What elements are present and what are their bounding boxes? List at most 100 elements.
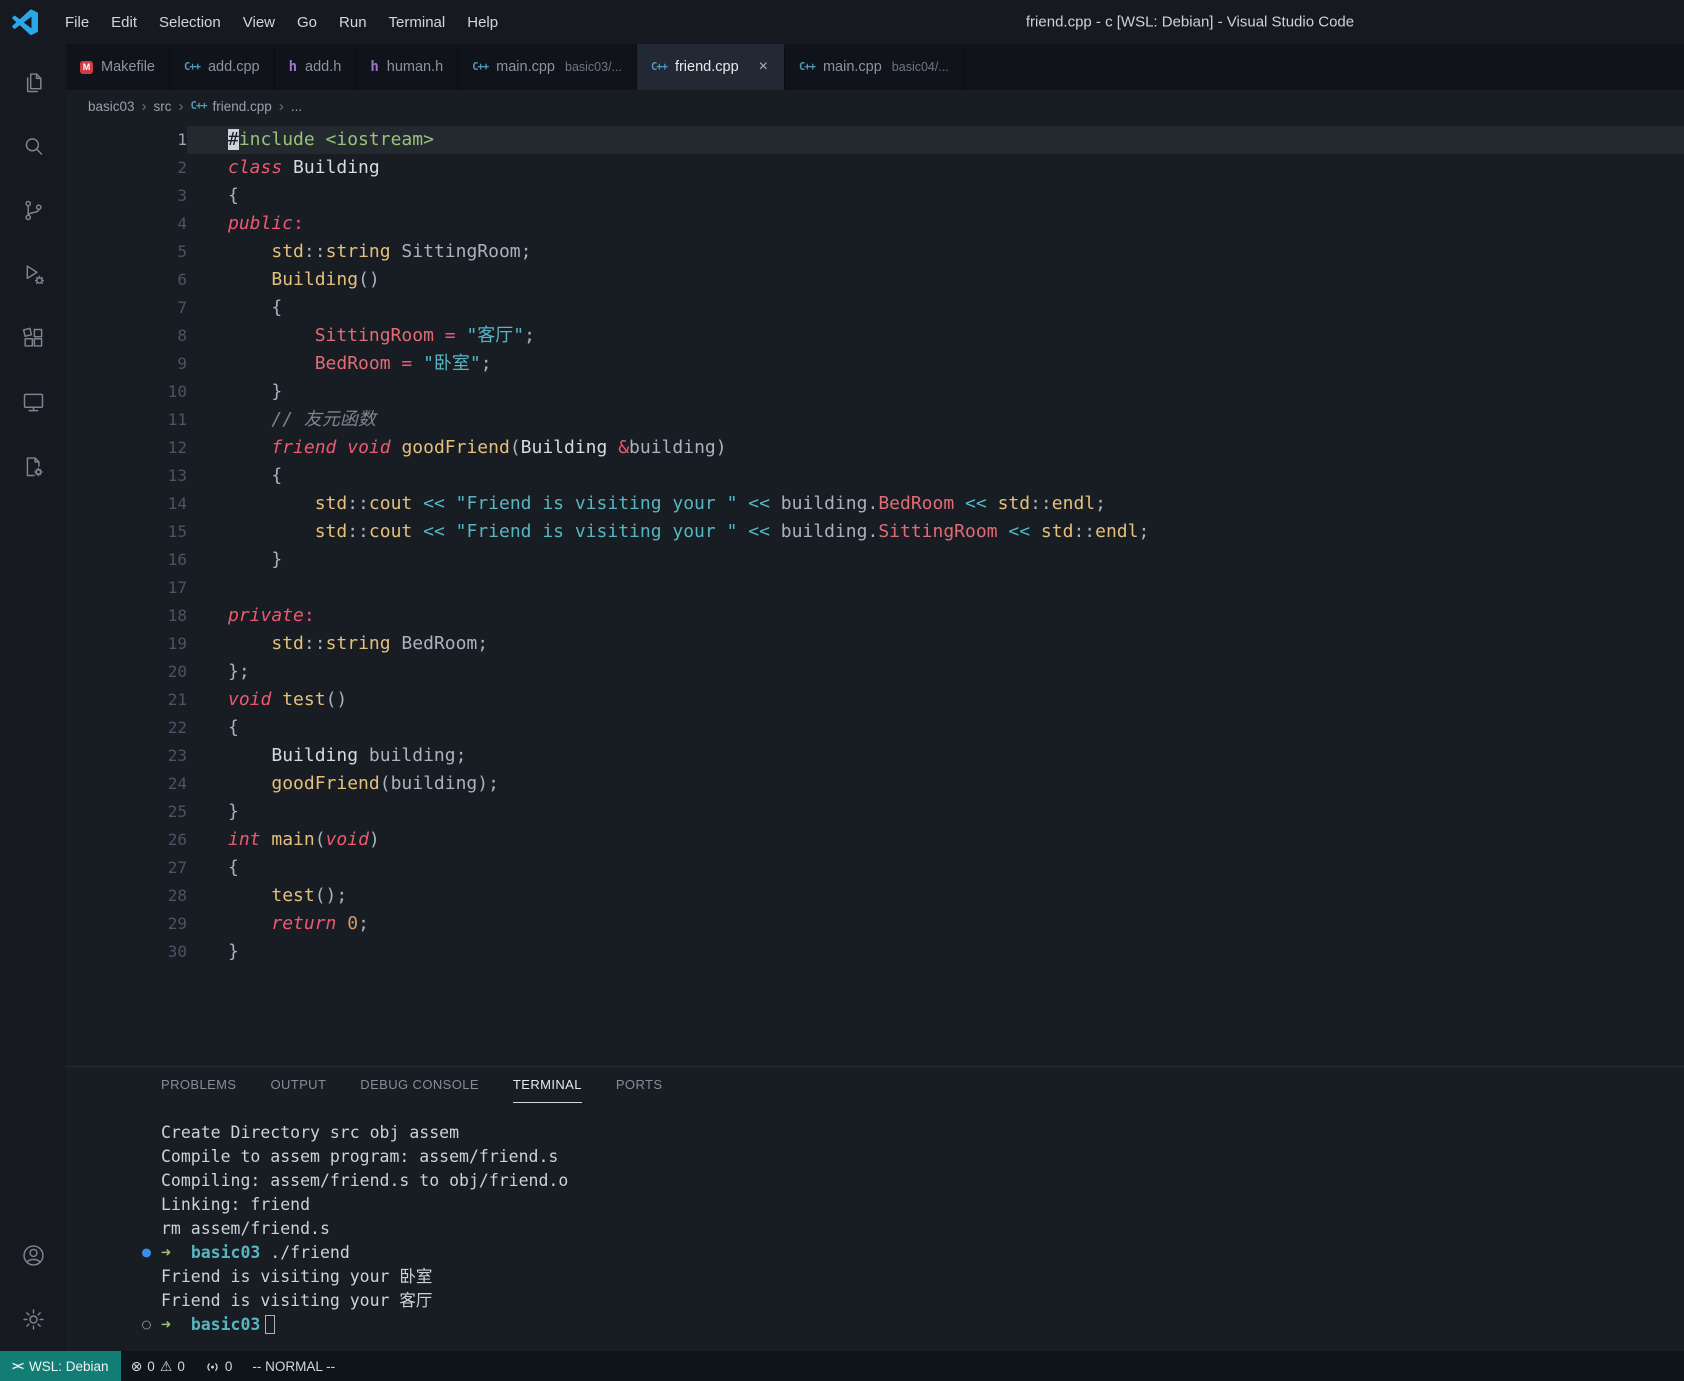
tab-makefile[interactable]: M Makefile — [66, 44, 170, 90]
code-line-content[interactable]: public: — [187, 210, 1684, 238]
panel-tab-problems[interactable]: PROBLEMS — [161, 1067, 236, 1103]
code-line-content[interactable]: test(); — [187, 882, 1684, 910]
token: :: — [1030, 493, 1052, 514]
token: :: — [347, 493, 369, 514]
code-line: 28 test(); — [66, 882, 1684, 910]
code-line-content[interactable]: { — [187, 294, 1684, 322]
code-line-content[interactable]: { — [187, 462, 1684, 490]
tab-add-h[interactable]: h add.h — [274, 44, 357, 90]
code-line-content[interactable]: goodFriend(building); — [187, 770, 1684, 798]
code-line-content[interactable]: } — [187, 798, 1684, 826]
code-line: 7 { — [66, 294, 1684, 322]
remote-explorer-icon[interactable] — [0, 370, 66, 434]
code-line-content[interactable]: Building building; — [187, 742, 1684, 770]
menu-item-help[interactable]: Help — [456, 9, 509, 36]
tools-icon[interactable] — [0, 434, 66, 498]
code-line-content[interactable]: } — [187, 378, 1684, 406]
panel-tab-terminal[interactable]: TERMINAL — [512, 1067, 582, 1103]
tab-add-cpp[interactable]: C++ add.cpp — [170, 44, 275, 90]
tab-main-cpp[interactable]: C++ main.cpp basic03/... — [458, 44, 637, 90]
terminal-line: rm assem/friend.s — [161, 1217, 1684, 1241]
breadcrumb-item-basic03[interactable]: basic03 — [88, 99, 135, 114]
menu-item-run[interactable]: Run — [328, 9, 378, 36]
code-line-content[interactable] — [187, 574, 1684, 602]
code-line-content[interactable]: } — [187, 546, 1684, 574]
settings-icon[interactable] — [0, 1287, 66, 1351]
tab-main-cpp[interactable]: C++ main.cpp basic04/... — [784, 44, 964, 90]
tab-label: main.cpp — [496, 59, 555, 75]
code-line-content[interactable]: #include <iostream> — [187, 126, 1684, 154]
extensions-icon[interactable] — [0, 306, 66, 370]
explorer-icon[interactable] — [0, 50, 66, 114]
line-number: 4 — [177, 214, 187, 233]
code-line-content[interactable]: BedRoom = "卧室"; — [187, 350, 1684, 378]
code-line: 22 { — [66, 714, 1684, 742]
code-line-content[interactable]: private: — [187, 602, 1684, 630]
code-line-content[interactable]: std::cout << "Friend is visiting your " … — [187, 518, 1684, 546]
panel-tab-ports[interactable]: PORTS — [616, 1067, 663, 1103]
code-line-content[interactable]: { — [187, 854, 1684, 882]
close-tab-icon[interactable]: × — [757, 58, 770, 76]
search-icon[interactable] — [0, 114, 66, 178]
vim-mode-status[interactable]: -- NORMAL -- — [242, 1351, 345, 1381]
code-line: 4 public: — [66, 210, 1684, 238]
code-line-content[interactable]: }; — [187, 658, 1684, 686]
terminal-line: ➜ basic03 — [142, 1313, 1684, 1337]
panel-tab-output[interactable]: OUTPUT — [270, 1067, 326, 1103]
line-number: 27 — [167, 858, 187, 877]
line-number: 21 — [167, 690, 187, 709]
code-line-content[interactable]: std::string BedRoom; — [187, 630, 1684, 658]
code-line-content[interactable]: friend void goodFriend(Building &buildin… — [187, 434, 1684, 462]
breadcrumb-item-src[interactable]: src — [154, 99, 172, 114]
code-line-content[interactable]: int main(void) — [187, 826, 1684, 854]
code-line-content[interactable]: // 友元函数 — [187, 406, 1684, 434]
panel-tab-debug-console[interactable]: DEBUG CONSOLE — [360, 1067, 479, 1103]
tab-human-h[interactable]: h human.h — [356, 44, 459, 90]
menu-item-file[interactable]: File — [54, 9, 100, 36]
run-debug-icon[interactable] — [0, 242, 66, 306]
menu-item-terminal[interactable]: Terminal — [378, 9, 457, 36]
remote-indicator[interactable]: >< WSL: Debian — [0, 1351, 121, 1381]
source-control-icon[interactable] — [0, 178, 66, 242]
terminal-command-decoration[interactable] — [142, 1248, 151, 1258]
code-line-content[interactable]: } — [187, 938, 1684, 966]
ports-status[interactable]: 0 — [195, 1351, 243, 1381]
code-line-content[interactable]: std::cout << "Friend is visiting your " … — [187, 490, 1684, 518]
code-line-content[interactable]: { — [187, 714, 1684, 742]
code-line-content[interactable]: { — [187, 182, 1684, 210]
tab-friend-cpp[interactable]: C++ friend.cpp × — [636, 44, 785, 90]
code-line-content[interactable]: class Building — [187, 154, 1684, 182]
token: Friend is visiting your 客厅 — [161, 1291, 433, 1310]
status-bar: >< WSL: Debian ⊗ 0 ⚠ 0 0 -- NORMAL -- — [0, 1351, 1684, 1381]
cpp-file-icon: C++ — [184, 61, 201, 73]
account-icon[interactable] — [0, 1223, 66, 1287]
code-line-content[interactable]: std::string SittingRoom; — [187, 238, 1684, 266]
menu-item-edit[interactable]: Edit — [100, 9, 148, 36]
menu-item-go[interactable]: Go — [286, 9, 328, 36]
code-line-content[interactable]: Building() — [187, 266, 1684, 294]
token: Linking: friend — [161, 1195, 311, 1214]
terminal-view[interactable]: Create Directory src obj assem Compile to… — [66, 1111, 1684, 1351]
code-line-content[interactable]: SittingRoom = "客厅"; — [187, 322, 1684, 350]
terminal-command-decoration[interactable] — [142, 1320, 151, 1330]
code-line-content[interactable]: return 0; — [187, 910, 1684, 938]
menu-item-selection[interactable]: Selection — [148, 9, 232, 36]
token: { — [228, 465, 283, 486]
breadcrumb-item-friend-cpp[interactable]: C++ friend.cpp — [191, 99, 272, 114]
code-editor[interactable]: 1 #include <iostream> 2 class Building 3{4 pu… — [66, 122, 1684, 1066]
breadcrumb-item--[interactable]: ... — [291, 99, 302, 114]
code-line-content[interactable]: void test() — [187, 686, 1684, 714]
token: building — [780, 493, 868, 514]
menu-item-view[interactable]: View — [232, 9, 286, 36]
problems-status[interactable]: ⊗ 0 ⚠ 0 — [121, 1351, 195, 1381]
token: "Friend is visiting your " — [455, 493, 738, 514]
tab-description: basic04/... — [891, 60, 949, 74]
